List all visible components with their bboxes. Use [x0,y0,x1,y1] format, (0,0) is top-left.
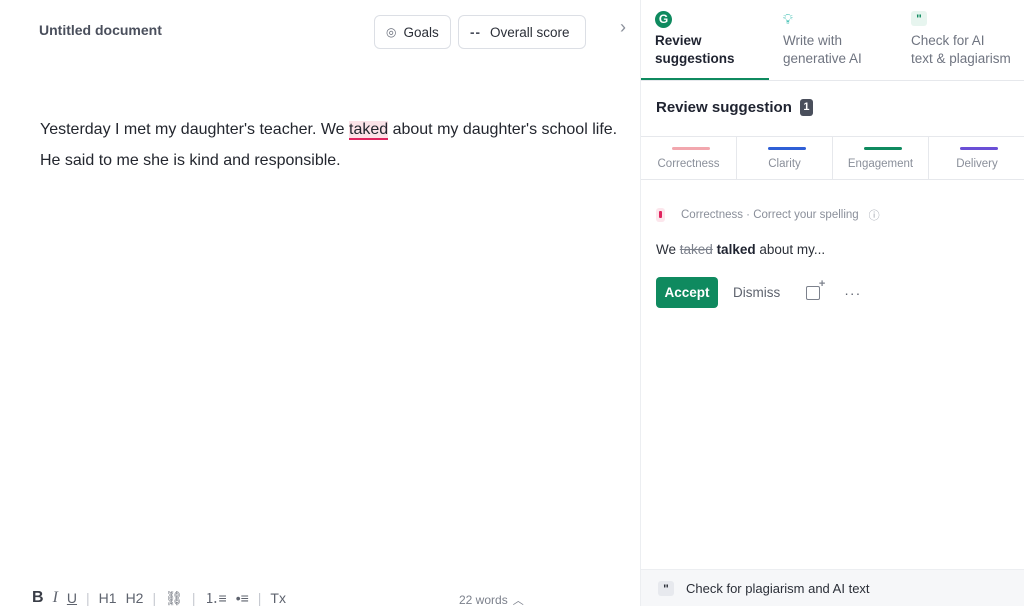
suggestion-category: Correctness · Correct your spelling [681,209,859,221]
assistant-sidebar: G Review suggestions 💡︎ Write with gener… [640,0,1024,606]
suggestion-meta: Correctness · Correct your spelling ⓘ [656,207,880,223]
category-label: Delivery [956,158,998,170]
link-icon[interactable]: ⛓ [165,590,183,606]
suggestion-preview: We taked talked about my... [656,242,825,257]
document-title[interactable]: Untitled document [39,22,162,38]
category-filter: Correctness Clarity Engagement Delivery [641,136,1024,180]
tab-label-line2: generative AI [783,51,862,66]
plagiarism-check-button[interactable]: " Check for plagiarism and AI text [641,569,1024,606]
tab-label-line1: Check for AI [911,33,985,48]
tab-label-line1: Review [655,33,702,48]
word-count-button[interactable]: 22 words ︿ [459,592,524,606]
underline-button[interactable]: U [67,590,77,606]
ordered-list-icon[interactable]: ⒈≡ [205,588,227,606]
review-title-text: Review suggestion [656,99,792,116]
add-to-dictionary-icon[interactable] [806,278,825,300]
overall-score-label: Overall score [490,24,570,40]
quote-icon: " [658,580,674,596]
target-icon: ◎ [386,25,397,39]
tab-label-line2: suggestions [655,51,735,66]
score-value: -- [470,24,481,40]
grammarly-g-icon: G [655,11,672,28]
preview-suffix: about my... [755,242,826,257]
chevron-up-icon: ︿ [512,595,524,606]
preview-prefix: We [656,242,680,257]
italic-button[interactable]: I [53,589,58,606]
category-bar [960,147,998,150]
more-options-button[interactable]: ··· [844,285,861,301]
heading1-button[interactable]: H1 [99,590,117,606]
chevron-right-icon[interactable]: › [620,17,626,38]
body-text-before: Yesterday I met my daughter's teacher. W… [40,121,349,138]
tab-check-ai-plagiarism[interactable]: " Check for AI text & plagiarism [897,0,1024,80]
toolbar-divider: | [86,590,90,606]
category-label: Correctness [657,158,720,170]
category-bar [768,147,806,150]
editor-pane: Untitled document ◎ Goals -- Overall sco… [0,0,640,606]
spelling-error-word[interactable]: taked [349,121,389,140]
suggestion-actions: Accept Dismiss ··· [656,277,861,308]
info-icon[interactable]: ⓘ [869,207,880,223]
toolbar-divider: | [257,590,262,606]
quote-icon: " [911,11,927,26]
category-engagement[interactable]: Engagement [833,137,929,179]
dismiss-button[interactable]: Dismiss [733,285,780,300]
category-correctness[interactable]: Correctness [641,137,737,179]
sidebar-tabs: G Review suggestions 💡︎ Write with gener… [641,0,1024,81]
category-clarity[interactable]: Clarity [737,137,833,179]
category-bar [864,147,902,150]
preview-old-word: taked [679,242,713,257]
document-body[interactable]: Yesterday I met my daughter's teacher. W… [40,114,620,176]
correctness-marker-icon [656,208,665,222]
word-count: 22 words [459,593,508,606]
toolbar-divider: | [152,590,157,606]
preview-new-word: talked [716,242,756,257]
accept-button[interactable]: Accept [656,277,718,308]
heading2-button[interactable]: H2 [126,590,144,606]
bold-button[interactable]: B [32,589,44,606]
tab-review-suggestions[interactable]: G Review suggestions [641,0,769,80]
lightbulb-icon: 💡︎ [783,11,793,27]
overall-score-button[interactable]: -- Overall score [458,15,586,49]
category-label: Clarity [768,158,801,170]
review-suggestion-heading: Review suggestion 1 [656,99,813,116]
tab-write-generative-ai[interactable]: 💡︎ Write with generative AI [769,0,897,80]
tab-label-line1: Write with [783,33,843,48]
category-label: Engagement [847,158,914,170]
toolbar-divider: | [191,590,196,606]
clear-format-icon[interactable]: Tx [270,590,286,606]
goals-button[interactable]: ◎ Goals [374,15,451,49]
suggestion-count-badge: 1 [799,99,813,116]
plagiarism-check-label: Check for plagiarism and AI text [686,580,870,596]
goals-label: Goals [403,24,439,40]
category-bar [672,147,710,150]
bullet-list-icon[interactable]: •≡ [236,590,249,606]
format-toolbar: B I U | H1 H2 | ⛓ | ⒈≡ •≡ | Tx [32,588,295,606]
category-delivery[interactable]: Delivery [929,137,1024,179]
tab-label-line2: text & plagiarism [911,51,1011,66]
